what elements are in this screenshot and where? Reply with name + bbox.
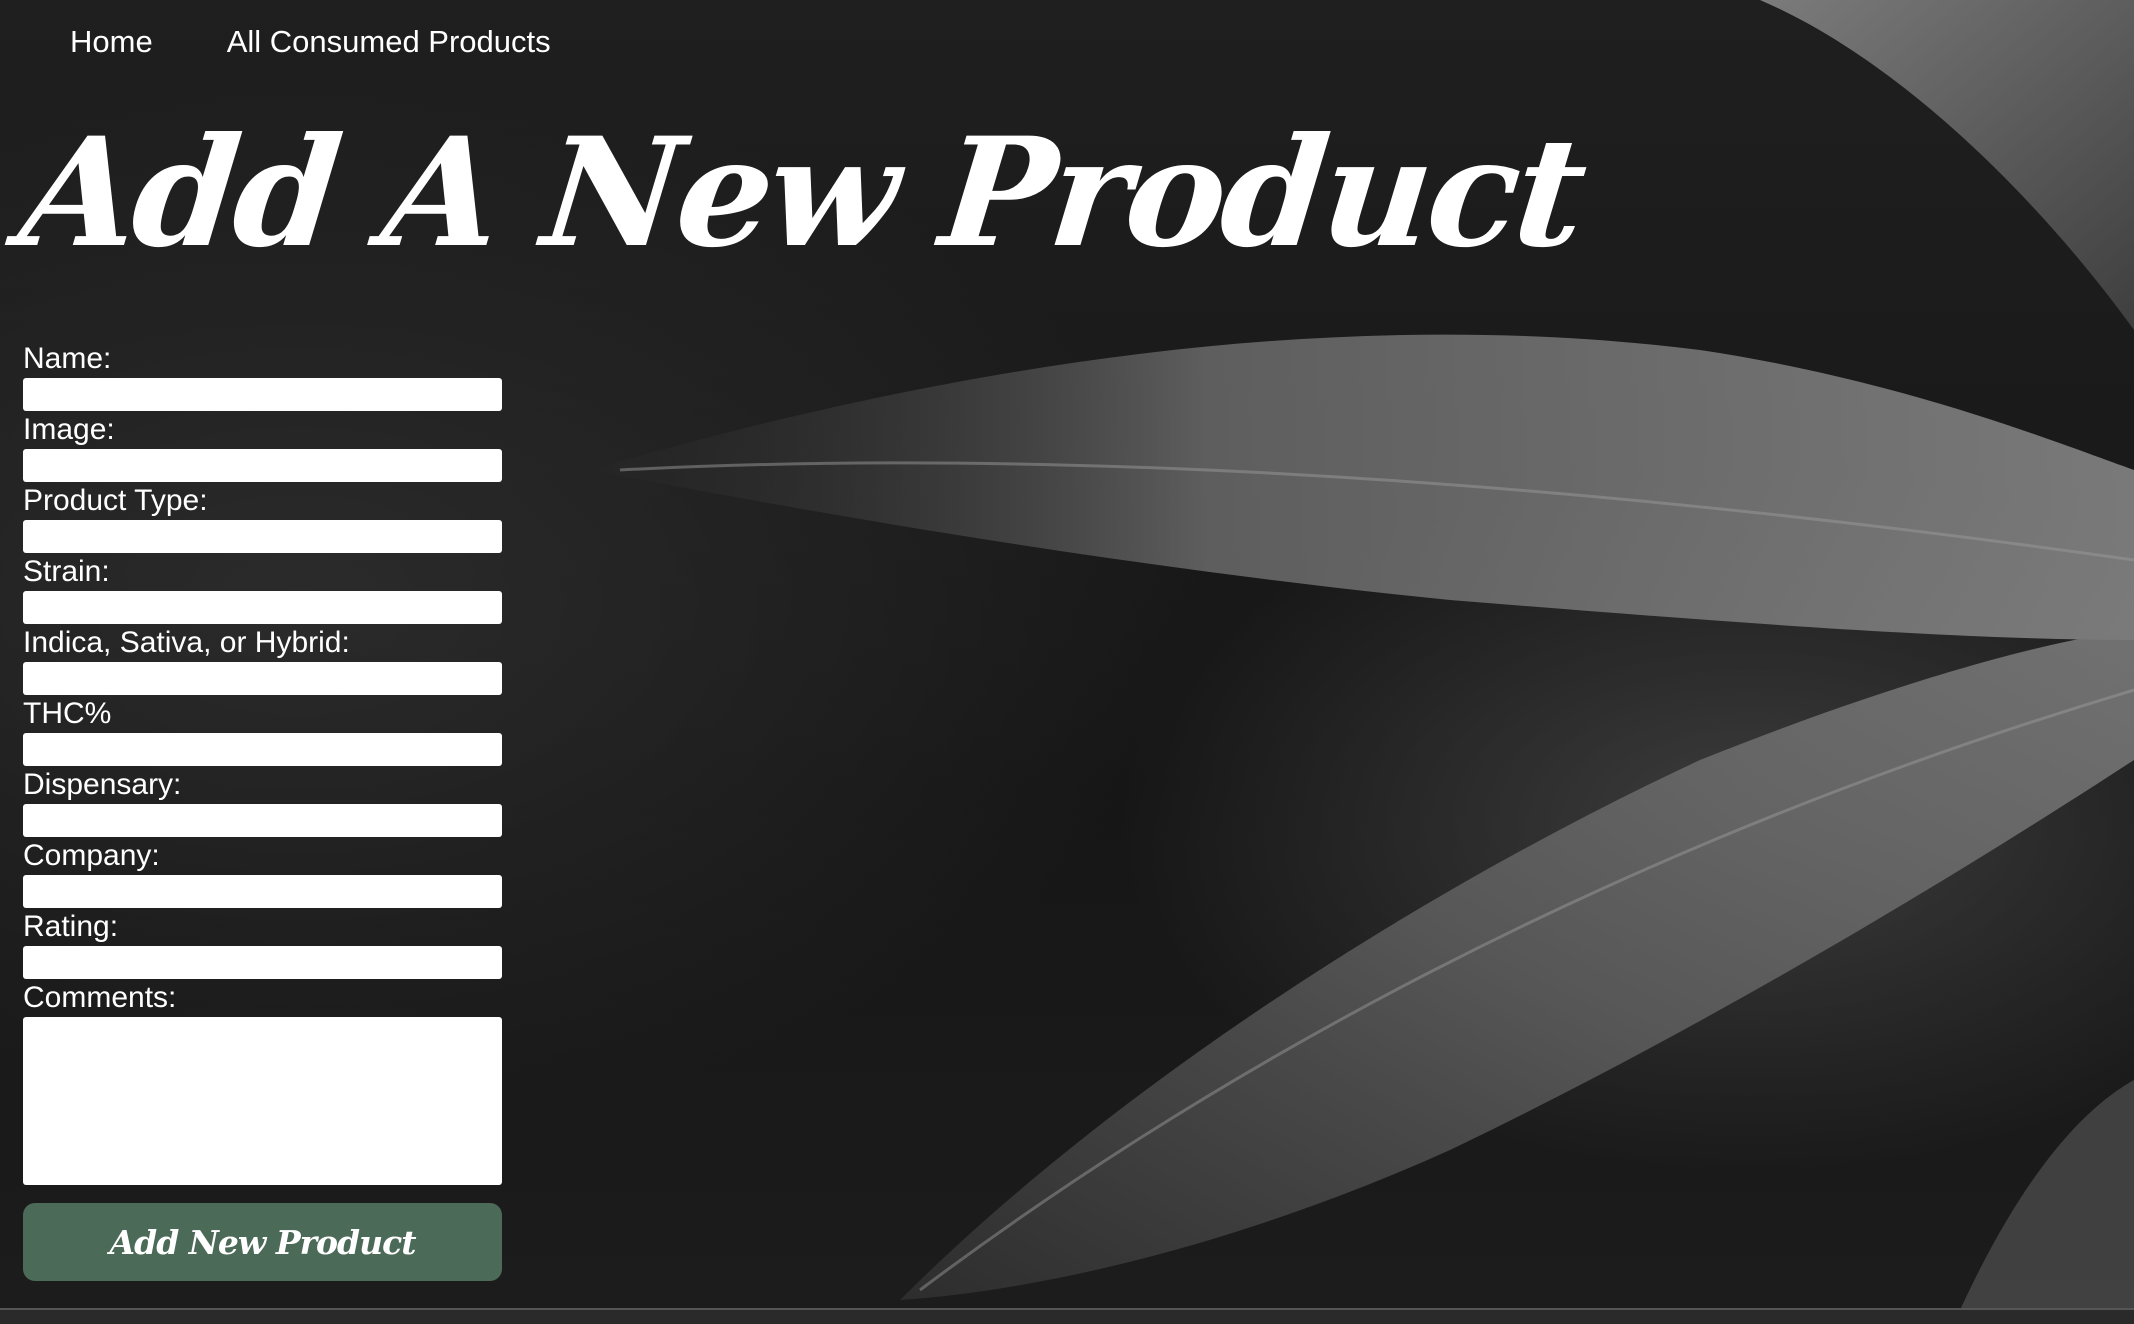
product-type-input[interactable] [23,520,502,553]
field-thc: THC% [23,695,503,766]
field-strain: Strain: [23,553,503,624]
field-label-indica-sativa-hybrid: Indica, Sativa, or Hybrid: [23,626,350,659]
top-nav: Home All Consumed Products [70,24,551,60]
indica-sativa-hybrid-input[interactable] [23,662,502,695]
page-title: Add A New Product [12,105,1591,281]
add-new-product-button[interactable]: Add New Product [23,1203,502,1281]
field-label-dispensary: Dispensary: [23,768,182,801]
rating-input[interactable] [23,946,502,979]
field-label-strain: Strain: [23,555,110,588]
field-label-company: Company: [23,839,160,872]
image-input[interactable] [23,449,502,482]
field-image: Image: [23,411,503,482]
name-input[interactable] [23,378,502,411]
nav-link-all-consumed-products[interactable]: All Consumed Products [227,24,551,60]
field-label-name: Name: [23,342,112,375]
add-product-form: Name: Image: Product Type: Strain: Indic… [23,340,503,1281]
company-input[interactable] [23,875,502,908]
field-name: Name: [23,340,503,411]
field-comments: Comments: [23,979,503,1185]
comments-textarea[interactable] [23,1017,502,1185]
thc-input[interactable] [23,733,502,766]
field-label-comments: Comments: [23,981,177,1014]
nav-link-home[interactable]: Home [70,24,153,60]
dispensary-input[interactable] [23,804,502,837]
field-label-product-type: Product Type: [23,484,208,517]
field-label-thc: THC% [23,697,112,730]
field-dispensary: Dispensary: [23,766,503,837]
field-label-image: Image: [23,413,115,446]
field-indica-sativa-hybrid: Indica, Sativa, or Hybrid: [23,624,503,695]
field-rating: Rating: [23,908,503,979]
strain-input[interactable] [23,591,502,624]
field-product-type: Product Type: [23,482,503,553]
field-company: Company: [23,837,503,908]
bottom-scrollbar-edge [0,1308,2134,1324]
field-label-rating: Rating: [23,910,119,943]
